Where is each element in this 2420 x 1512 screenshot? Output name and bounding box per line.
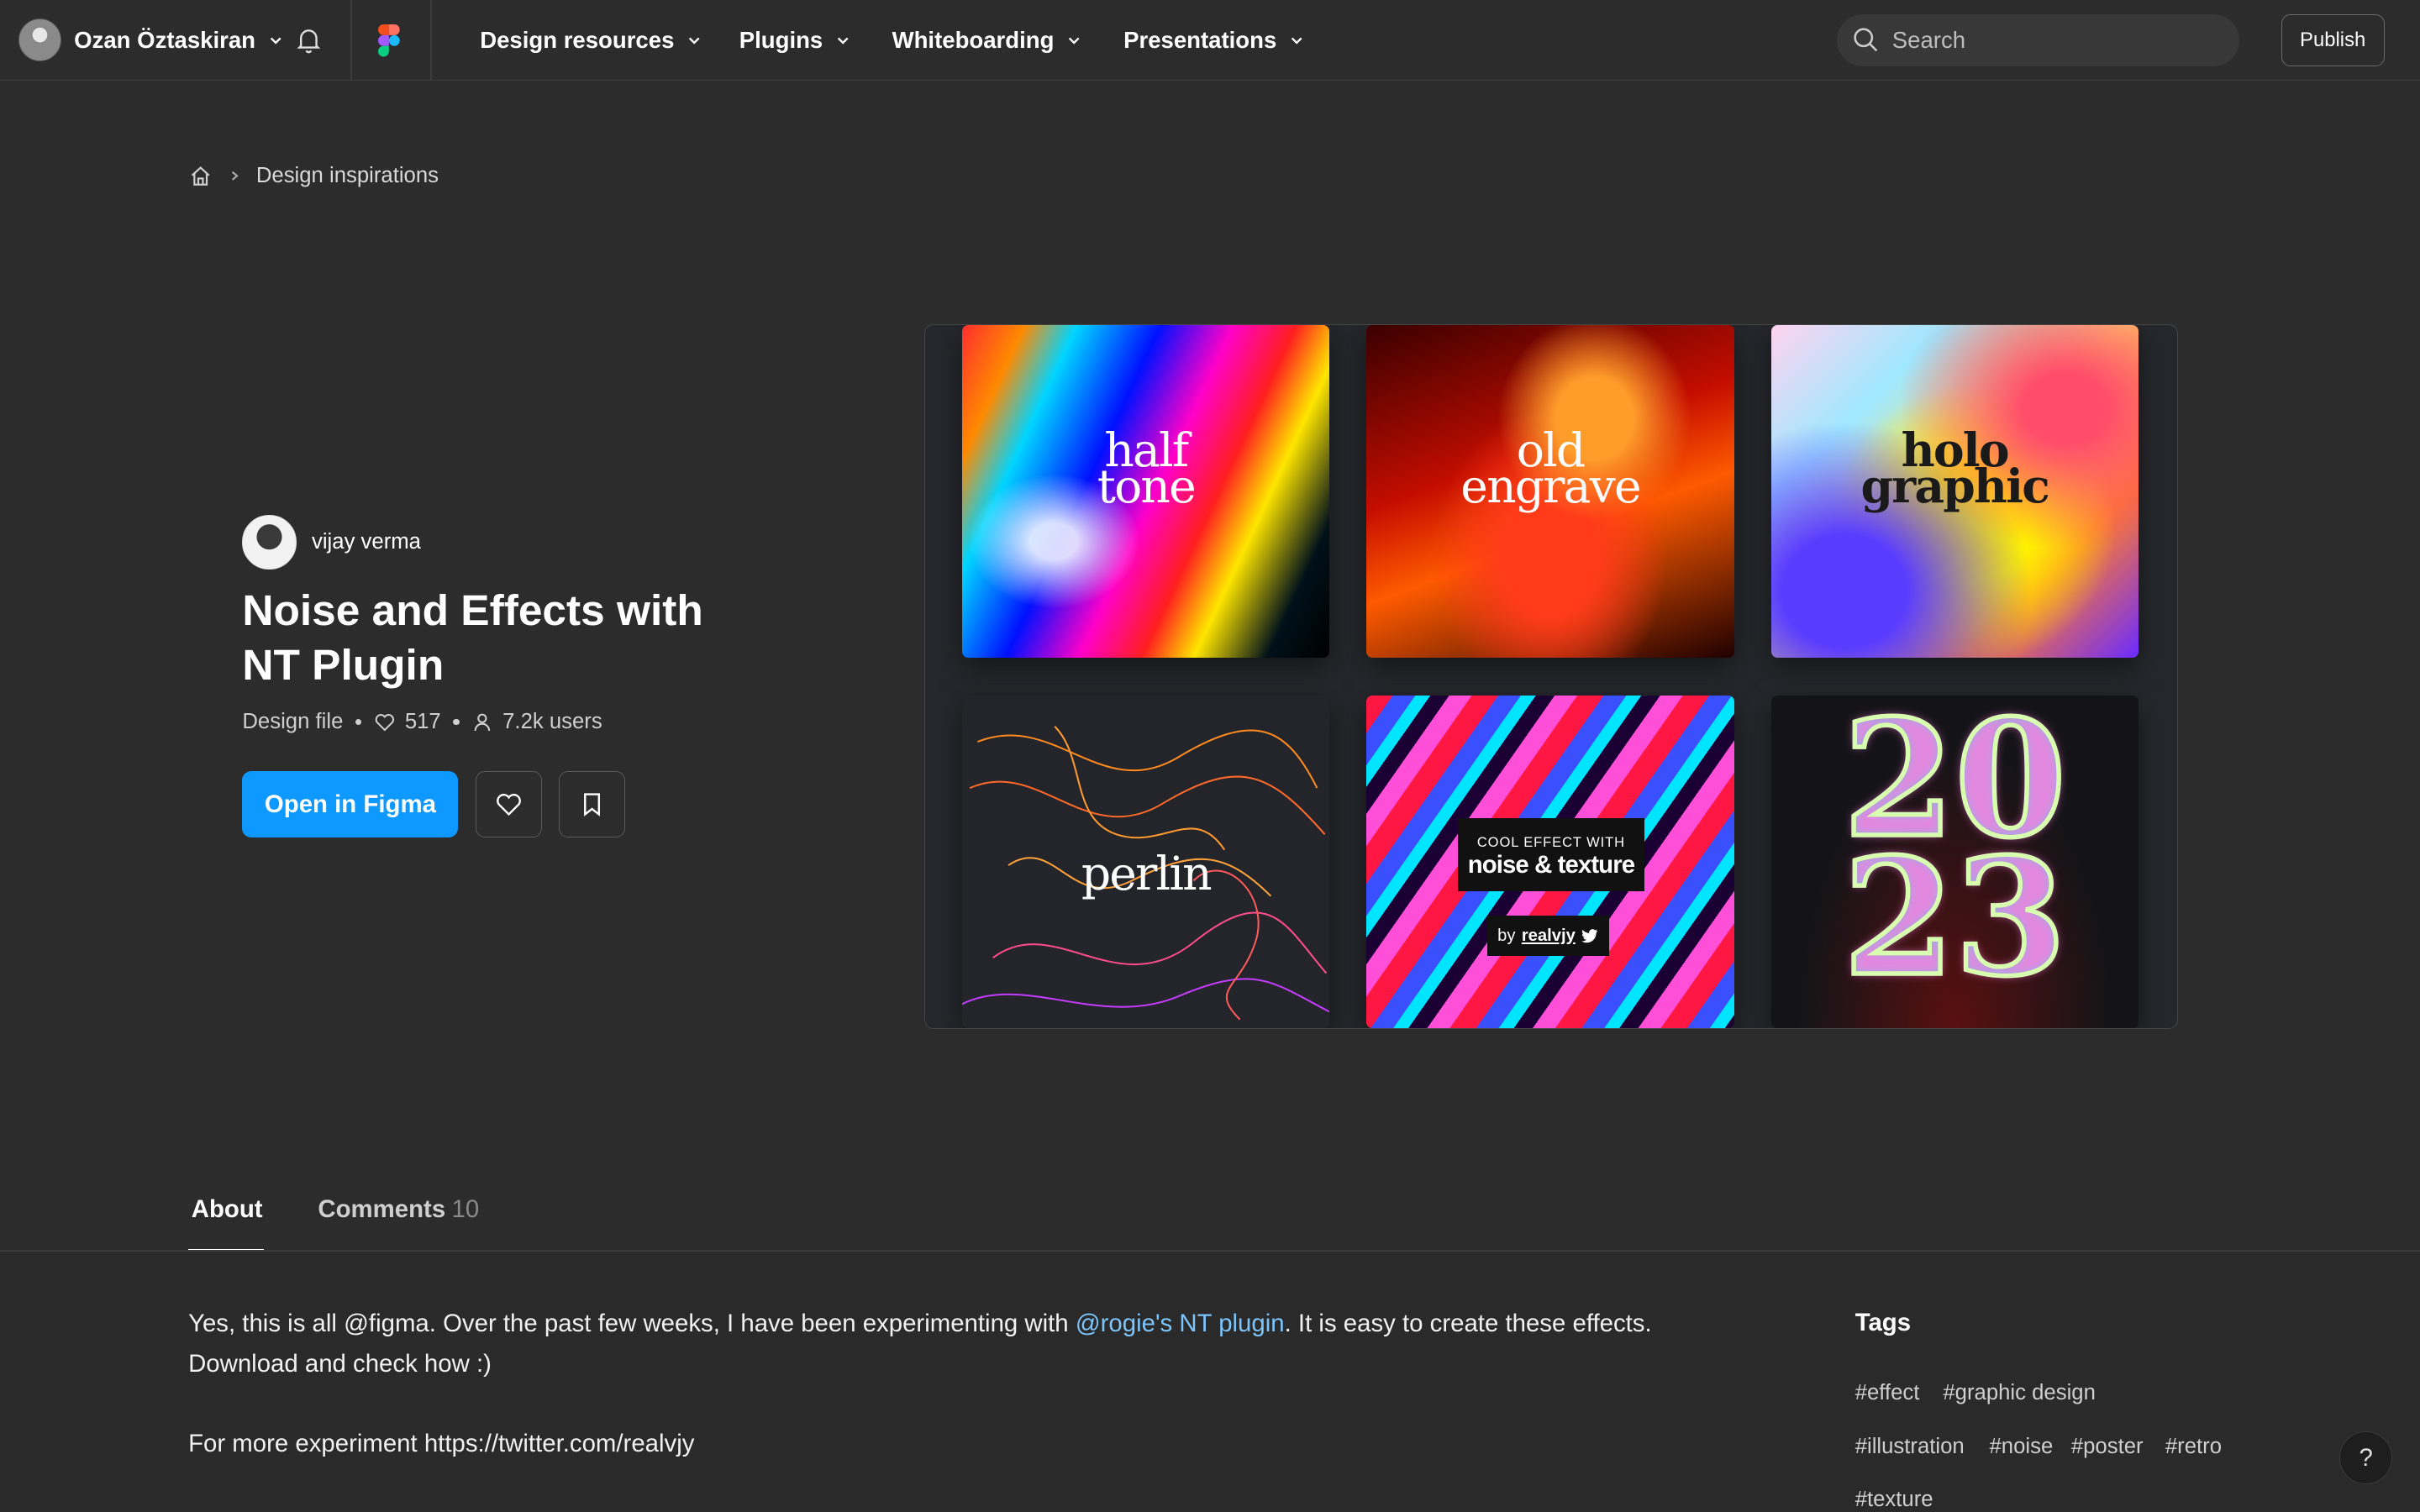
preview-tile-noise-texture: COOL EFFECT WITH noise & texture by real… bbox=[1366, 695, 1734, 1029]
account-menu[interactable]: Ozan Öztaskiran bbox=[18, 18, 283, 62]
separator-dot bbox=[453, 718, 460, 726]
tag-graphic-design[interactable]: #graphic design bbox=[1943, 1381, 2095, 1405]
breadcrumb: Design inspirations bbox=[188, 160, 439, 192]
chevron-down-icon bbox=[837, 37, 849, 45]
search-icon bbox=[1854, 28, 1878, 52]
heart-icon bbox=[375, 713, 395, 731]
user-icon bbox=[475, 713, 491, 731]
tile-label-line: graphic bbox=[1860, 459, 2050, 514]
bookmark-icon bbox=[583, 793, 600, 817]
author-avatar bbox=[242, 515, 297, 570]
nav-design-resources[interactable]: Design resources bbox=[480, 24, 702, 55]
home-icon[interactable] bbox=[188, 164, 213, 188]
author-name: vijay verma bbox=[312, 530, 421, 554]
tile-label: old engrave bbox=[1366, 427, 1733, 514]
heart-icon bbox=[496, 794, 521, 816]
tile-label-line: engrave bbox=[1460, 459, 1641, 514]
nav-label: Design resources bbox=[480, 26, 675, 53]
nav-presentations[interactable]: Presentations bbox=[1123, 24, 1304, 55]
year-line: 23 bbox=[1841, 824, 2069, 1013]
nav-plugins[interactable]: Plugins bbox=[739, 24, 851, 55]
nav-label: Presentations bbox=[1123, 26, 1277, 53]
file-preview[interactable]: half tone old engrave holo graphic perli… bbox=[924, 323, 2178, 1030]
preview-tile-holographic: holo graphic bbox=[1770, 324, 2139, 659]
user-avatar bbox=[18, 18, 62, 62]
chevron-down-icon bbox=[1068, 37, 1080, 45]
breadcrumb-design-inspirations[interactable]: Design inspirations bbox=[256, 164, 439, 188]
publish-button[interactable]: Publish bbox=[2281, 13, 2385, 66]
tag-effect[interactable]: #effect bbox=[1855, 1381, 1920, 1405]
tile-label: half tone bbox=[962, 427, 1329, 514]
file-meta: Design file 517 7.2k users bbox=[242, 710, 602, 734]
nav-divider bbox=[430, 0, 433, 81]
tile-label: holo graphic bbox=[1771, 427, 2139, 514]
preview-tile-old-engrave: old engrave bbox=[1366, 324, 1734, 659]
about-text: Yes, this is all @figma. Over the past f… bbox=[188, 1310, 1076, 1337]
chevron-right-icon bbox=[231, 171, 239, 181]
help-button[interactable]: ? bbox=[2339, 1431, 2392, 1484]
save-button[interactable] bbox=[558, 771, 625, 838]
by-handle: realvjy bbox=[1521, 926, 1576, 945]
twitter-icon bbox=[1581, 929, 1598, 943]
figma-logo-icon[interactable] bbox=[377, 24, 400, 57]
tag-retro[interactable]: #retro bbox=[2165, 1435, 2222, 1459]
nav-label: Plugins bbox=[739, 26, 823, 53]
like-button[interactable] bbox=[475, 771, 542, 838]
comments-count: 10 bbox=[451, 1195, 480, 1224]
tab-comments[interactable]: Comments 10 bbox=[318, 1195, 479, 1251]
top-nav: Ozan Öztaskiran Design resources Plugins… bbox=[0, 0, 2420, 81]
cool-effect-big: noise & texture bbox=[1467, 850, 1635, 879]
tag-illustration[interactable]: #illustration bbox=[1855, 1435, 1965, 1459]
like-count: 517 bbox=[404, 709, 441, 733]
chevron-down-icon bbox=[1291, 37, 1302, 45]
notification-bell-icon[interactable] bbox=[293, 24, 324, 55]
nav-whiteboarding[interactable]: Whiteboarding bbox=[892, 24, 1082, 55]
tag-noise[interactable]: #noise bbox=[1990, 1435, 2054, 1459]
user-name: Ozan Öztaskiran bbox=[74, 26, 255, 53]
file-type: Design file bbox=[242, 709, 344, 733]
preview-tile-halftone: half tone bbox=[962, 324, 1330, 659]
search-input[interactable] bbox=[1891, 26, 2202, 54]
file-title: Noise and Effects with NT Plugin bbox=[242, 585, 703, 689]
preview-tile-2023: 20 23 bbox=[1770, 695, 2139, 1029]
about-description: Yes, this is all @figma. Over the past f… bbox=[188, 1304, 1732, 1384]
by-credit: by realvjy bbox=[1486, 916, 1609, 956]
tile-label: perlin bbox=[1081, 846, 1213, 900]
plugin-link[interactable]: @rogie's NT plugin bbox=[1076, 1310, 1285, 1337]
tag-texture[interactable]: #texture bbox=[1855, 1488, 1933, 1512]
nav-divider bbox=[350, 0, 352, 81]
chevron-down-icon bbox=[270, 37, 281, 45]
tag-poster[interactable]: #poster bbox=[2071, 1435, 2144, 1459]
separator-dot bbox=[355, 718, 362, 726]
user-count: 7.2k users bbox=[502, 709, 602, 733]
tab-label: About bbox=[191, 1195, 263, 1224]
cool-effect-label: COOL EFFECT WITH noise & texture bbox=[1457, 818, 1645, 891]
nav-label: Whiteboarding bbox=[892, 26, 1055, 53]
tab-about[interactable]: About bbox=[188, 1195, 265, 1252]
author[interactable]: vijay verma bbox=[242, 515, 421, 570]
tags-title: Tags bbox=[1854, 1308, 1912, 1336]
by-text: by bbox=[1497, 926, 1516, 945]
about-more: For more experiment https://twitter.com/… bbox=[188, 1430, 695, 1458]
open-in-figma-button[interactable]: Open in Figma bbox=[242, 771, 459, 838]
cool-effect-small: COOL EFFECT WITH bbox=[1476, 833, 1626, 850]
tile-label-line: tone bbox=[1097, 459, 1197, 514]
preview-tile-perlin: perlin bbox=[962, 695, 1330, 1029]
search-box[interactable] bbox=[1836, 13, 2240, 66]
chevron-down-icon bbox=[688, 37, 700, 45]
tab-label: Comments bbox=[318, 1195, 446, 1224]
